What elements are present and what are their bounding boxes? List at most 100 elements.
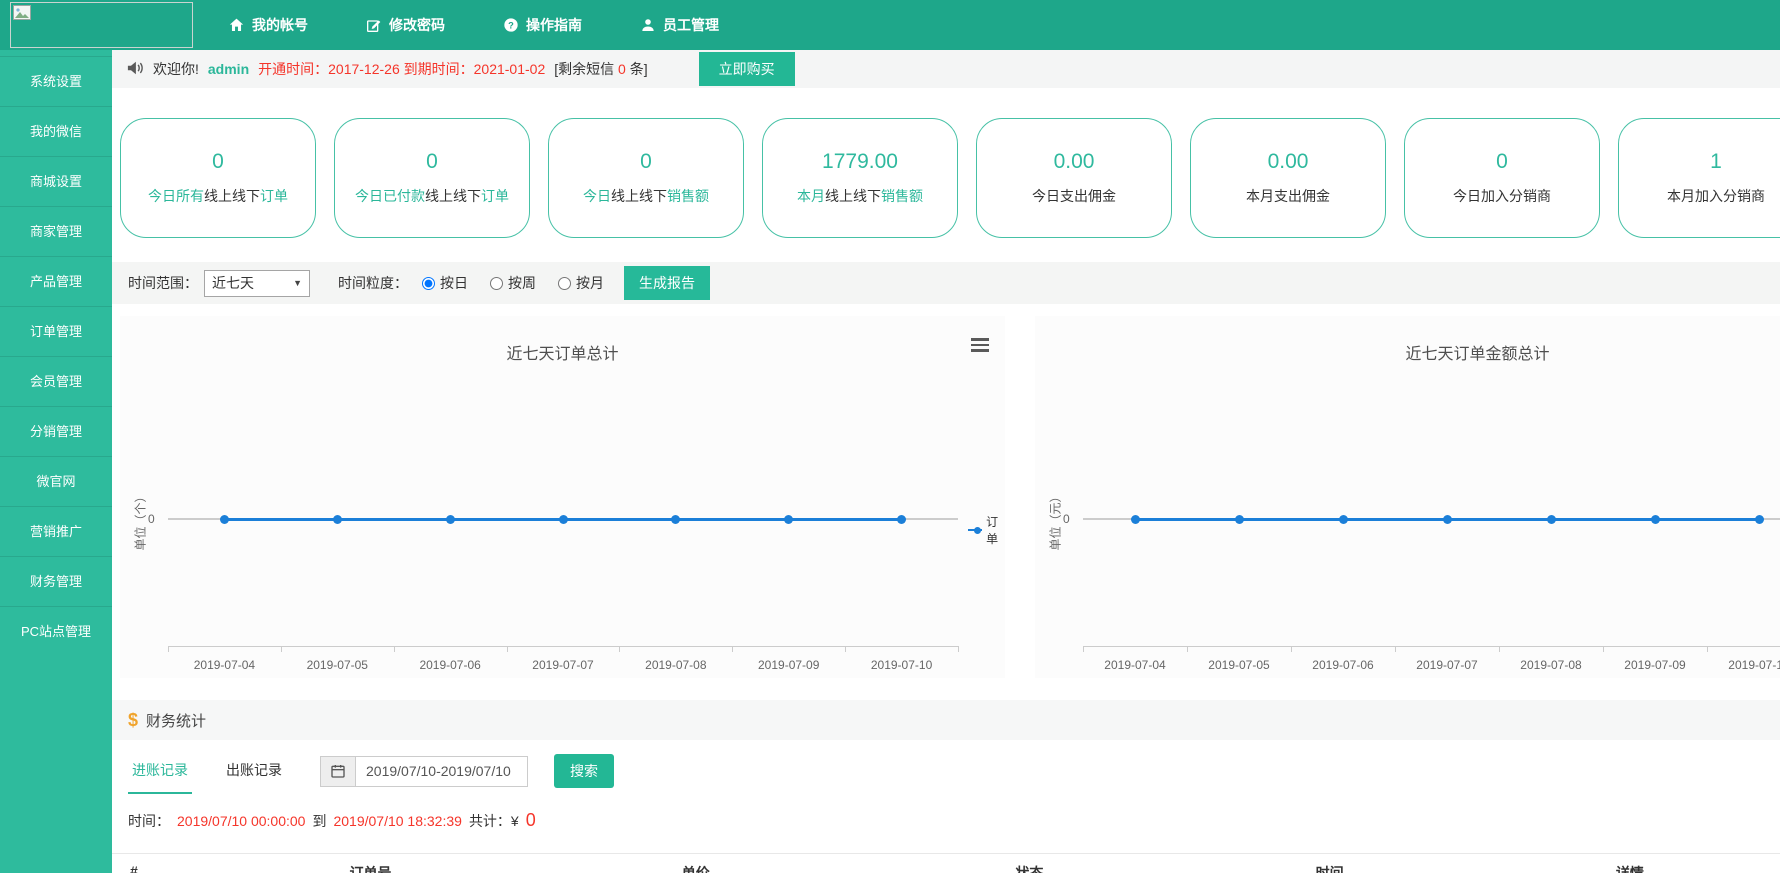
radio-button[interactable] [422, 277, 435, 290]
x-axis-tick [394, 646, 395, 652]
sidebar-item-9[interactable]: 营销推广 [0, 506, 112, 556]
granularity-option[interactable]: 按月 [558, 273, 604, 293]
finance-section-header: $ 财务统计 [112, 700, 1780, 740]
sidebar-item-1[interactable]: 我的微信 [0, 106, 112, 156]
nav-item-staff[interactable]: 员工管理 [640, 15, 719, 35]
welcome-username: admin [208, 61, 249, 77]
buy-now-button[interactable]: 立即购买 [699, 52, 795, 86]
sidebar-item-7[interactable]: 分销管理 [0, 406, 112, 456]
stat-label-part: 今日加入分销商 [1453, 188, 1551, 204]
date-range-input[interactable] [356, 756, 528, 787]
stat-card: 1本月加入分销商 [1618, 118, 1780, 238]
stat-label-part: 今日已付款 [355, 188, 425, 204]
stat-label: 本月线上线下销售额 [797, 186, 923, 206]
stat-label-part: 线上线下 [825, 188, 881, 204]
data-point[interactable] [220, 515, 229, 524]
dashboard-screen: 我的帐号修改密码?操作指南员工管理 系统设置我的微信商城设置商家管理产品管理订单… [0, 0, 1780, 873]
speaker-icon [126, 60, 144, 79]
stat-value: 0 [640, 150, 652, 174]
stat-card: 0.00今日支出佣金 [976, 118, 1172, 238]
chart-panel-amount: 近七天订单金额总计 单位（元） 0 订单 2019-07-042019-07-0… [1035, 316, 1780, 678]
stat-value: 1779.00 [822, 150, 898, 174]
calendar-icon[interactable] [320, 756, 356, 787]
sidebar-item-2[interactable]: 商城设置 [0, 156, 112, 206]
stat-cards-row: 0今日所有线上线下订单0今日已付款线上线下订单0今日线上线下销售额1779.00… [112, 88, 1780, 240]
stat-value: 0 [212, 150, 224, 174]
finance-section-title: 财务统计 [146, 710, 206, 731]
chart-panel-orders: 近七天订单总计 单位（个） 0 订单 2019-07-042019-07-052… [120, 316, 1005, 678]
nav-item-guide[interactable]: ?操作指南 [503, 15, 582, 35]
data-point[interactable] [1443, 515, 1452, 524]
dollar-icon: $ [128, 710, 138, 731]
x-axis-tick [1291, 646, 1292, 652]
time-range-select[interactable]: 近七天 ▼ [204, 270, 310, 297]
data-point[interactable] [784, 515, 793, 524]
x-axis-line [168, 646, 958, 647]
x-axis-tick [1187, 646, 1188, 652]
question-icon: ? [503, 17, 519, 33]
granularity-label: 时间粒度： [338, 273, 408, 293]
nav-item-password[interactable]: 修改密码 [366, 15, 445, 35]
finance-tabs: 进账记录出账记录 [128, 748, 286, 794]
home-icon [228, 17, 245, 33]
sms-count: 0 [618, 61, 626, 77]
sidebar-item-5[interactable]: 订单管理 [0, 306, 112, 356]
x-axis-tick [1499, 646, 1500, 652]
sidebar-item-8[interactable]: 微官网 [0, 456, 112, 506]
stat-label: 本月加入分销商 [1667, 186, 1765, 206]
generate-report-button[interactable]: 生成报告 [624, 266, 710, 300]
sidebar-item-3[interactable]: 商家管理 [0, 206, 112, 256]
stat-label: 今日加入分销商 [1453, 186, 1551, 206]
stat-card: 0.00本月支出佣金 [1190, 118, 1386, 238]
date-range-group [320, 756, 528, 787]
sidebar-item-0[interactable]: 系统设置 [0, 56, 112, 106]
stat-label-part: 订单 [260, 188, 288, 204]
granularity-option[interactable]: 按日 [422, 273, 468, 293]
granularity-option[interactable]: 按周 [490, 273, 536, 293]
data-point[interactable] [1235, 515, 1244, 524]
filter-bar: 时间范围： 近七天 ▼ 时间粒度： 按日按周按月 生成报告 [112, 262, 1780, 304]
finance-tabs-row: 进账记录出账记录 搜索 [112, 740, 1780, 792]
total-value: 0 [526, 810, 536, 831]
tab-income-records[interactable]: 进账记录 [128, 748, 192, 794]
main-content: 欢迎你! admin 开通时间：2017-12-26 到期时间：2021-01-… [112, 50, 1780, 873]
to-label: 到 [312, 811, 326, 831]
granularity-option-label: 按周 [508, 273, 536, 293]
x-axis-tick [507, 646, 508, 652]
data-point[interactable] [897, 515, 906, 524]
data-point[interactable] [1651, 515, 1660, 524]
data-point[interactable] [1339, 515, 1348, 524]
data-point[interactable] [1131, 515, 1140, 524]
chart-legend[interactable]: 订单 [968, 513, 1005, 547]
sidebar-item-4[interactable]: 产品管理 [0, 256, 112, 306]
chart-menu-icon[interactable] [971, 338, 989, 355]
nav-item-account[interactable]: 我的帐号 [228, 15, 308, 35]
sidebar-item-6[interactable]: 会员管理 [0, 356, 112, 406]
search-button[interactable]: 搜索 [554, 754, 614, 788]
time-from: 2019/07/10 00:00:00 [177, 813, 305, 829]
stat-label-part: 本月加入分销商 [1667, 188, 1765, 204]
data-point[interactable] [1547, 515, 1556, 524]
data-point[interactable] [1755, 515, 1764, 524]
x-axis-tick [619, 646, 620, 652]
tab-outgo-records[interactable]: 出账记录 [222, 748, 286, 794]
data-point[interactable] [446, 515, 455, 524]
legend-marker-icon [968, 529, 982, 531]
radio-button[interactable] [490, 277, 503, 290]
granularity-option-label: 按月 [576, 273, 604, 293]
stat-value: 0.00 [1268, 150, 1309, 174]
table-header-cell: 单价 [512, 863, 879, 873]
data-point[interactable] [333, 515, 342, 524]
sidebar-item-11[interactable]: PC站点管理 [0, 606, 112, 656]
radio-button[interactable] [558, 277, 571, 290]
x-axis-label: 2019-07-04 [1090, 658, 1180, 672]
x-axis-label: 2019-07-10 [857, 658, 947, 672]
data-point[interactable] [559, 515, 568, 524]
stat-card: 0今日所有线上线下订单 [120, 118, 316, 238]
x-axis-label: 2019-07-09 [1610, 658, 1700, 672]
stat-card: 0今日加入分销商 [1404, 118, 1600, 238]
stat-card: 0今日已付款线上线下订单 [334, 118, 530, 238]
y-axis-label: 单位（元） [1047, 471, 1064, 571]
sidebar-item-10[interactable]: 财务管理 [0, 556, 112, 606]
data-point[interactable] [671, 515, 680, 524]
